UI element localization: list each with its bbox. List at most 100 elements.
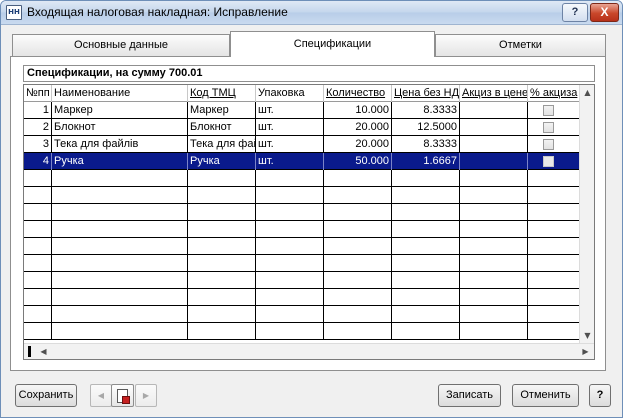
cell-qty[interactable]: [324, 323, 392, 340]
excise-pct-checkbox[interactable]: [543, 105, 554, 116]
scroll-left-icon[interactable]: ◀: [36, 344, 51, 359]
cell-price[interactable]: [392, 255, 460, 272]
cell-name[interactable]: [52, 272, 188, 289]
cell-pack[interactable]: [256, 306, 324, 323]
excise-pct-checkbox[interactable]: [543, 139, 554, 150]
cell-name[interactable]: Маркер: [52, 102, 188, 119]
vertical-scrollbar[interactable]: ▲ ▼: [579, 85, 594, 343]
cell-excise[interactable]: [460, 272, 528, 289]
cell-n[interactable]: [24, 306, 52, 323]
cell-pack[interactable]: [256, 187, 324, 204]
table-row[interactable]: 2 Блокнот Блокнот шт. 20.000 12.5000: [24, 119, 580, 136]
cell-n[interactable]: [24, 170, 52, 187]
empty-table-row[interactable]: [24, 306, 580, 323]
cell-n[interactable]: [24, 204, 52, 221]
cell-n[interactable]: [24, 255, 52, 272]
cell-price[interactable]: [392, 272, 460, 289]
cell-code[interactable]: [188, 289, 256, 306]
cell-n[interactable]: [24, 289, 52, 306]
cell-qty[interactable]: [324, 238, 392, 255]
cell-pack[interactable]: [256, 255, 324, 272]
save-button[interactable]: Сохранить: [15, 384, 77, 407]
cell-price[interactable]: 1.6667: [392, 153, 460, 170]
cell-price[interactable]: [392, 289, 460, 306]
scroll-thumb[interactable]: [28, 346, 31, 357]
empty-table-row[interactable]: [24, 221, 580, 238]
cell-excise[interactable]: [460, 187, 528, 204]
cell-excise[interactable]: [460, 323, 528, 340]
cell-excise[interactable]: [460, 306, 528, 323]
cell-pack[interactable]: [256, 323, 324, 340]
help-button[interactable]: ?: [589, 384, 611, 407]
cell-pack[interactable]: [256, 204, 324, 221]
cell-price[interactable]: [392, 306, 460, 323]
cell-excise[interactable]: [460, 136, 528, 153]
cell-name[interactable]: [52, 187, 188, 204]
cell-price[interactable]: [392, 170, 460, 187]
cell-pack[interactable]: [256, 289, 324, 306]
cell-qty[interactable]: 10.000: [324, 102, 392, 119]
cell-code[interactable]: Маркер: [188, 102, 256, 119]
cell-qty[interactable]: [324, 272, 392, 289]
cell-code[interactable]: [188, 323, 256, 340]
cell-excise[interactable]: [460, 221, 528, 238]
cell-qty[interactable]: 20.000: [324, 119, 392, 136]
cell-n[interactable]: [24, 187, 52, 204]
cell-code[interactable]: [188, 221, 256, 238]
cell-n[interactable]: [24, 238, 52, 255]
cell-qty[interactable]: 20.000: [324, 136, 392, 153]
cell-pack[interactable]: [256, 221, 324, 238]
cell-qty[interactable]: [324, 255, 392, 272]
title-help-button[interactable]: ?: [562, 3, 588, 22]
cell-excise[interactable]: [460, 289, 528, 306]
cell-qty[interactable]: [324, 204, 392, 221]
scroll-up-icon[interactable]: ▲: [580, 85, 594, 100]
cell-code[interactable]: [188, 272, 256, 289]
excise-pct-checkbox[interactable]: [543, 156, 554, 167]
cell-pack[interactable]: [256, 238, 324, 255]
cell-code[interactable]: Блокнот: [188, 119, 256, 136]
cell-code[interactable]: [188, 204, 256, 221]
cell-name[interactable]: [52, 323, 188, 340]
cell-code[interactable]: [188, 306, 256, 323]
empty-table-row[interactable]: [24, 170, 580, 187]
empty-table-row[interactable]: [24, 289, 580, 306]
cell-price[interactable]: [392, 187, 460, 204]
cell-qty[interactable]: [324, 221, 392, 238]
cell-qty[interactable]: [324, 187, 392, 204]
cell-qty[interactable]: [324, 306, 392, 323]
cell-excise[interactable]: [460, 238, 528, 255]
table-row[interactable]: 4 Ручка Ручка шт. 50.000 1.6667: [24, 153, 580, 170]
cell-name[interactable]: [52, 170, 188, 187]
close-button[interactable]: X: [590, 3, 619, 22]
write-button[interactable]: Записать: [438, 384, 501, 407]
cell-code[interactable]: Ручка: [188, 153, 256, 170]
cell-code[interactable]: Тека для фай: [188, 136, 256, 153]
cell-n[interactable]: [24, 323, 52, 340]
cell-n[interactable]: 2: [24, 119, 52, 136]
cell-n[interactable]: 3: [24, 136, 52, 153]
tab-specifications[interactable]: Спецификации: [230, 31, 435, 57]
cell-code[interactable]: [188, 170, 256, 187]
empty-table-row[interactable]: [24, 323, 580, 340]
col-header-code[interactable]: Код ТМЦ: [188, 85, 256, 102]
document-button[interactable]: [111, 384, 134, 407]
tab-main-data[interactable]: Основные данные: [12, 34, 230, 57]
cell-pack[interactable]: [256, 170, 324, 187]
cell-code[interactable]: [188, 255, 256, 272]
cell-price[interactable]: 8.3333: [392, 102, 460, 119]
cell-pack[interactable]: шт.: [256, 102, 324, 119]
title-bar[interactable]: НН Входящая налоговая накладная: Исправл…: [1, 1, 622, 25]
empty-table-row[interactable]: [24, 272, 580, 289]
cell-pack[interactable]: [256, 272, 324, 289]
cell-name[interactable]: Ручка: [52, 153, 188, 170]
cell-name[interactable]: [52, 221, 188, 238]
cell-n[interactable]: 1: [24, 102, 52, 119]
cell-qty[interactable]: 50.000: [324, 153, 392, 170]
cell-price[interactable]: [392, 323, 460, 340]
cell-n[interactable]: 4: [24, 153, 52, 170]
cell-pack[interactable]: шт.: [256, 153, 324, 170]
cell-price[interactable]: 8.3333: [392, 136, 460, 153]
cell-price[interactable]: [392, 221, 460, 238]
scroll-down-icon[interactable]: ▼: [580, 328, 594, 343]
